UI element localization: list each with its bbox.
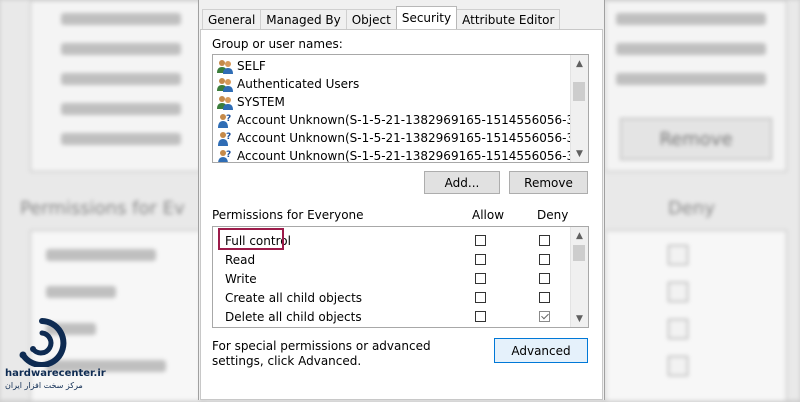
scroll-up-arrow-icon[interactable]: ▲ bbox=[571, 55, 588, 72]
user-name: SELF bbox=[237, 59, 266, 73]
permission-row-write[interactable]: Write bbox=[213, 270, 573, 289]
users-icon bbox=[217, 76, 233, 92]
allow-checkbox[interactable] bbox=[475, 311, 486, 322]
logo-subtitle: مرکز سخت افزار ایران bbox=[5, 381, 83, 390]
group-names-label: Group or user names: bbox=[212, 37, 343, 51]
background-checkbox bbox=[668, 282, 688, 302]
list-item-self[interactable]: SELF bbox=[217, 57, 266, 75]
unknown-user-icon: ? bbox=[217, 112, 231, 128]
scroll-down-arrow-icon[interactable]: ▼ bbox=[571, 145, 588, 162]
deny-checkbox[interactable] bbox=[539, 292, 550, 303]
tab-bar: General Managed By Object Security Attri… bbox=[202, 6, 561, 29]
user-name: Account Unknown(S-1-5-21-1382969165-1514… bbox=[237, 113, 589, 127]
deny-checkbox[interactable] bbox=[539, 273, 550, 284]
full-control-highlight bbox=[218, 228, 284, 250]
background-row bbox=[616, 73, 766, 85]
background-row bbox=[61, 133, 181, 145]
background-deny-label: Deny bbox=[668, 198, 715, 219]
background-checkbox bbox=[668, 356, 688, 376]
background-row bbox=[46, 286, 116, 298]
permission-row-create-child[interactable]: Create all child objects bbox=[213, 289, 573, 308]
background-remove-button: Remove bbox=[620, 118, 772, 160]
advanced-note: For special permissions or advanced sett… bbox=[212, 339, 431, 368]
svg-text:?: ? bbox=[226, 132, 231, 142]
logo-mark-icon bbox=[19, 318, 67, 367]
scrollbar-thumb[interactable] bbox=[573, 82, 585, 101]
group-user-list[interactable]: SELF Authenticated Users SYSTEM ? Accoun… bbox=[212, 54, 589, 163]
deny-checkbox[interactable] bbox=[539, 235, 550, 246]
allow-column-header: Allow bbox=[472, 208, 505, 222]
list-item-account-unknown[interactable]: ? Account Unknown(S-1-5-21-1382969165-15… bbox=[217, 129, 589, 147]
list-item-account-unknown[interactable]: ? Account Unknown(S-1-5-21-1382969165-15… bbox=[217, 111, 589, 129]
background-row bbox=[61, 43, 181, 55]
user-name: SYSTEM bbox=[237, 95, 285, 109]
list-item-account-unknown[interactable]: ? Account Unknown(S-1-5-21-1382969165-15… bbox=[217, 147, 589, 163]
scrollbar-thumb[interactable] bbox=[573, 245, 585, 261]
svg-text:?: ? bbox=[226, 150, 231, 160]
permissions-label: Permissions for Everyone bbox=[212, 208, 364, 222]
allow-checkbox[interactable] bbox=[475, 292, 486, 303]
user-name: Authenticated Users bbox=[237, 77, 360, 91]
permission-row-read[interactable]: Read bbox=[213, 251, 573, 270]
hardwarecenter-logo: hardwarecenter.ir مرکز سخت افزار ایران bbox=[5, 317, 106, 397]
background-checkbox bbox=[668, 245, 688, 265]
advanced-button[interactable]: Advanced bbox=[494, 338, 588, 363]
unknown-user-icon: ? bbox=[217, 148, 231, 162]
allow-checkbox[interactable] bbox=[475, 235, 486, 246]
deny-checkbox[interactable] bbox=[539, 254, 550, 265]
background-row bbox=[46, 249, 156, 261]
background-permissions-label: Permissions for Ev bbox=[20, 198, 185, 219]
tab-security[interactable]: Security bbox=[395, 6, 458, 29]
background-permissions-list-right bbox=[605, 230, 787, 402]
scroll-down-arrow-icon[interactable]: ▼ bbox=[571, 310, 588, 327]
list-item-system[interactable]: SYSTEM bbox=[217, 93, 285, 111]
user-name: Account Unknown(S-1-5-21-1382969165-1514… bbox=[237, 131, 589, 145]
permission-name: Read bbox=[225, 253, 256, 267]
list-item-authenticated-users[interactable]: Authenticated Users bbox=[217, 75, 359, 93]
permissions-scrollbar[interactable]: ▲ ▼ bbox=[570, 227, 588, 327]
background-row bbox=[616, 13, 766, 25]
tab-object[interactable]: Object bbox=[345, 9, 397, 29]
logo-name: hardwarecenter.ir bbox=[5, 368, 106, 379]
deny-checkbox-checked[interactable] bbox=[539, 311, 550, 322]
add-button[interactable]: Add... bbox=[424, 171, 500, 194]
background-checkbox bbox=[668, 319, 688, 339]
permission-row-delete-child[interactable]: Delete all child objects bbox=[213, 308, 573, 327]
allow-checkbox[interactable] bbox=[475, 273, 486, 284]
group-list-scrollbar[interactable]: ▲ ▼ bbox=[570, 55, 588, 162]
svg-text:?: ? bbox=[226, 114, 231, 124]
permission-name: Create all child objects bbox=[225, 291, 363, 305]
remove-button[interactable]: Remove bbox=[509, 171, 588, 194]
background-row bbox=[616, 43, 766, 55]
users-icon bbox=[217, 94, 233, 110]
background-row bbox=[61, 13, 181, 25]
user-name: Account Unknown(S-1-5-21-1382969165-1514… bbox=[237, 149, 589, 163]
tab-general[interactable]: General bbox=[202, 9, 262, 29]
background-row bbox=[61, 73, 181, 85]
permission-name: Write bbox=[225, 272, 257, 286]
scroll-up-arrow-icon[interactable]: ▲ bbox=[571, 227, 588, 244]
allow-checkbox[interactable] bbox=[475, 254, 486, 265]
users-icon bbox=[217, 58, 233, 74]
unknown-user-icon: ? bbox=[217, 130, 231, 146]
tab-managed-by[interactable]: Managed By bbox=[260, 9, 347, 29]
permission-name: Delete all child objects bbox=[225, 310, 362, 324]
background-row bbox=[61, 103, 181, 115]
tab-attribute-editor[interactable]: Attribute Editor bbox=[456, 9, 561, 29]
background-user-list-left bbox=[30, 0, 202, 172]
deny-column-header: Deny bbox=[537, 208, 569, 222]
